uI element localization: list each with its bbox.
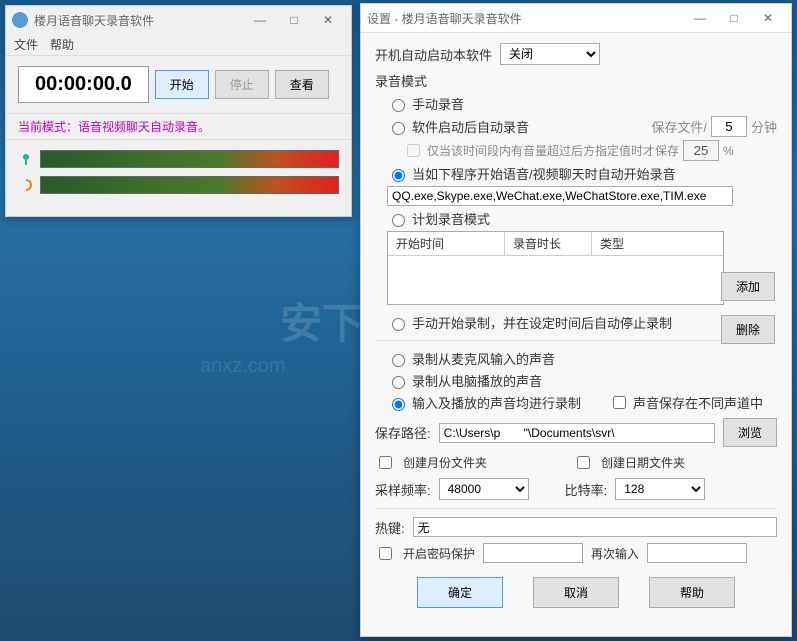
settings-titlebar: 设置 - 楼月语音聊天录音软件 — □ ✕ bbox=[361, 4, 791, 33]
col-start: 开始时间 bbox=[388, 232, 505, 255]
autostart-label: 开机自动启动本软件 bbox=[375, 45, 492, 64]
folder-date-label: 创建日期文件夹 bbox=[601, 454, 685, 471]
maximize-button[interactable]: □ bbox=[277, 8, 311, 32]
password-again-input[interactable] bbox=[647, 543, 747, 563]
settings-title: 设置 - 楼月语音聊天录音软件 bbox=[367, 10, 683, 27]
bitrate-select[interactable]: 128 bbox=[615, 478, 705, 500]
speaker-icon bbox=[18, 177, 34, 193]
source-pc-label: 录制从电脑播放的声音 bbox=[412, 371, 542, 390]
radio-schedule-label: 计划录音模式 bbox=[412, 209, 490, 228]
col-duration: 录音时长 bbox=[505, 232, 592, 255]
radio-autostop-label: 手动开始录制，并在设定时间后自动停止录制 bbox=[412, 313, 672, 332]
process-list-input[interactable] bbox=[387, 186, 733, 206]
menubar: 文件 帮助 bbox=[6, 34, 351, 56]
folder-date-checkbox[interactable] bbox=[577, 456, 590, 469]
titlebar: 楼月语音聊天录音软件 — □ ✕ bbox=[6, 6, 351, 34]
schedule-list[interactable]: 开始时间 录音时长 类型 bbox=[387, 231, 724, 305]
password-input[interactable] bbox=[483, 543, 583, 563]
start-button[interactable]: 开始 bbox=[155, 70, 209, 99]
minutes-label: 分钟 bbox=[751, 117, 777, 136]
speaker-meter bbox=[40, 176, 339, 194]
menu-help[interactable]: 帮助 bbox=[50, 36, 74, 53]
save-file-label: 保存文件/ bbox=[651, 117, 707, 136]
radio-process-label: 当如下程序开始语音/视频聊天时自动开始录音 bbox=[412, 164, 676, 183]
sep-channel-checkbox[interactable] bbox=[613, 396, 626, 409]
menu-file[interactable]: 文件 bbox=[14, 36, 38, 53]
sep-channel-label: 声音保存在不同声道中 bbox=[633, 393, 763, 412]
minimize-button[interactable]: — bbox=[243, 8, 277, 32]
minimize-button[interactable]: — bbox=[683, 6, 717, 30]
sample-rate-label: 采样频率: bbox=[375, 480, 431, 499]
view-button[interactable]: 查看 bbox=[275, 70, 329, 99]
password-label: 开启密码保护 bbox=[403, 545, 475, 562]
only-when-pct-input bbox=[683, 140, 719, 161]
folder-month-checkbox[interactable] bbox=[379, 456, 392, 469]
password-again-label: 再次输入 bbox=[591, 545, 639, 562]
bitrate-label: 比特率: bbox=[565, 480, 608, 499]
window-title: 楼月语音聊天录音软件 bbox=[34, 12, 243, 29]
only-when-label: 仅当该时间段内有音量超过后方指定值时才保存 bbox=[427, 142, 679, 159]
maximize-button[interactable]: □ bbox=[717, 6, 751, 30]
help-button[interactable]: 帮助 bbox=[649, 577, 735, 608]
radio-source-pc[interactable] bbox=[392, 376, 405, 389]
save-path-label: 保存路径: bbox=[375, 423, 431, 442]
mic-icon bbox=[18, 151, 34, 167]
save-path-input[interactable] bbox=[439, 423, 715, 443]
close-button[interactable]: ✕ bbox=[751, 6, 785, 30]
main-window: 楼月语音聊天录音软件 — □ ✕ 文件 帮助 00:00:00.0 开始 停止 … bbox=[5, 5, 352, 217]
stop-button: 停止 bbox=[215, 70, 269, 99]
hotkey-input[interactable] bbox=[413, 517, 777, 537]
radio-source-both[interactable] bbox=[392, 398, 405, 411]
delete-button[interactable]: 删除 bbox=[721, 315, 775, 344]
radio-autostop[interactable] bbox=[392, 318, 405, 331]
radio-manual-label: 手动录音 bbox=[412, 94, 464, 113]
radio-process[interactable] bbox=[392, 169, 405, 182]
radio-manual[interactable] bbox=[392, 99, 405, 112]
radio-source-mic[interactable] bbox=[392, 354, 405, 367]
save-minutes-input[interactable] bbox=[711, 116, 747, 137]
mode-label: 当前模式：语音视频聊天自动录音。 bbox=[6, 113, 351, 140]
mic-meter bbox=[40, 150, 339, 168]
watermark-url: anxz.com bbox=[200, 355, 286, 378]
radio-schedule[interactable] bbox=[392, 214, 405, 227]
source-both-label: 输入及播放的声音均进行录制 bbox=[412, 393, 581, 412]
autostart-select[interactable]: 关闭 bbox=[500, 43, 600, 65]
timer-display: 00:00:00.0 bbox=[18, 66, 149, 103]
sample-rate-select[interactable]: 48000 bbox=[439, 478, 529, 500]
col-type: 类型 bbox=[592, 232, 723, 255]
settings-window: 设置 - 楼月语音聊天录音软件 — □ ✕ 开机自动启动本软件 关闭 录音模式 … bbox=[360, 3, 792, 637]
radio-autostart-label: 软件启动后自动录音 bbox=[412, 117, 529, 136]
add-button[interactable]: 添加 bbox=[721, 272, 775, 301]
cancel-button[interactable]: 取消 bbox=[533, 577, 619, 608]
radio-autostart[interactable] bbox=[392, 122, 405, 135]
ok-button[interactable]: 确定 bbox=[417, 577, 503, 608]
browse-button[interactable]: 浏览 bbox=[723, 418, 777, 447]
app-icon bbox=[12, 12, 28, 28]
hotkey-label: 热键: bbox=[375, 518, 405, 537]
folder-month-label: 创建月份文件夹 bbox=[403, 454, 487, 471]
pct-label: % bbox=[723, 144, 734, 158]
password-checkbox[interactable] bbox=[379, 547, 392, 560]
rec-mode-title: 录音模式 bbox=[375, 71, 777, 90]
close-button[interactable]: ✕ bbox=[311, 8, 345, 32]
source-mic-label: 录制从麦克风输入的声音 bbox=[412, 349, 555, 368]
only-when-checkbox[interactable] bbox=[407, 144, 420, 157]
